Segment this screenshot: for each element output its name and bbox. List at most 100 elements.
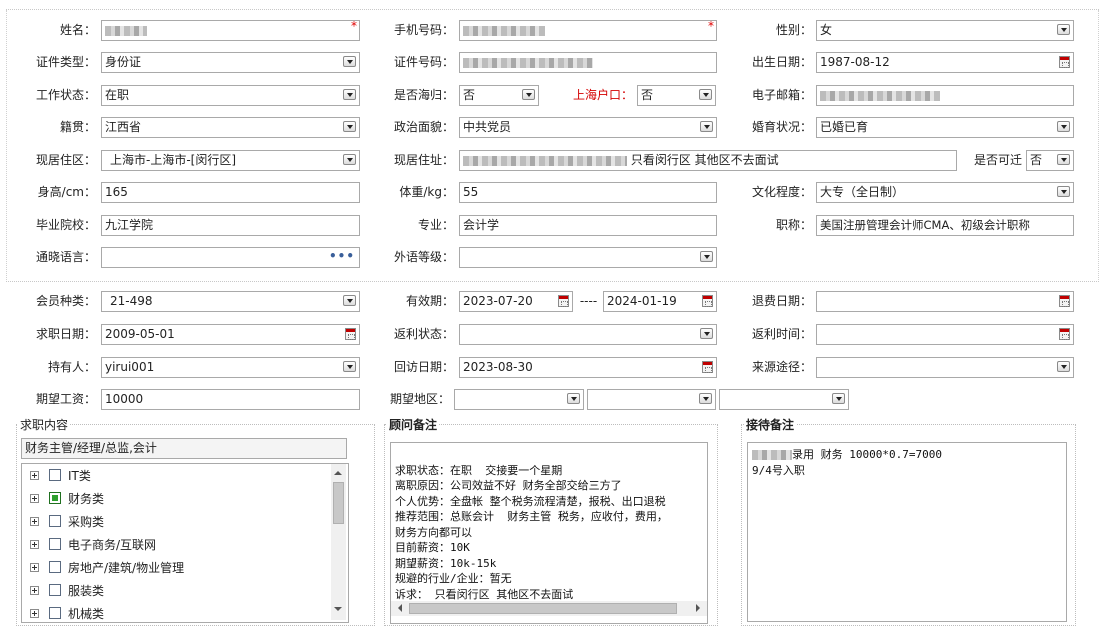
calendar-icon[interactable] xyxy=(1059,328,1070,340)
checkbox[interactable] xyxy=(49,561,61,573)
calendar-icon[interactable] xyxy=(558,295,569,307)
checkbox[interactable] xyxy=(49,515,61,527)
id-type-label: 证件类型： xyxy=(35,55,96,69)
expected-region-select-1[interactable] xyxy=(454,389,584,410)
expected-region-select-2[interactable] xyxy=(587,389,716,410)
reception-notes-title: 接待备注 xyxy=(744,416,797,433)
overseas-select[interactable]: 否 xyxy=(459,85,539,106)
calendar-icon[interactable] xyxy=(702,361,713,373)
expand-icon[interactable] xyxy=(30,563,39,572)
visit-date-input[interactable]: 2023-08-30 xyxy=(459,357,717,378)
major-input[interactable]: 会计学 xyxy=(459,215,717,236)
visit-date-label: 回访日期： xyxy=(393,360,454,374)
email-redacted xyxy=(820,90,940,101)
valid-start-input[interactable]: 2023-07-20 xyxy=(459,291,573,312)
work-status-select[interactable]: 在职 xyxy=(101,85,360,106)
expand-icon[interactable] xyxy=(30,471,39,480)
scroll-up-icon[interactable] xyxy=(331,466,345,480)
chevron-down-icon xyxy=(1057,186,1070,197)
chevron-down-icon xyxy=(343,295,356,306)
checkbox[interactable] xyxy=(49,584,61,596)
scroll-thumb[interactable] xyxy=(333,482,344,524)
refund-date-input[interactable] xyxy=(816,291,1074,312)
id-type-select[interactable]: 身份证 xyxy=(101,52,360,73)
phone-input[interactable]: * xyxy=(459,19,717,41)
scroll-thumb[interactable] xyxy=(409,603,677,614)
rebate-time-label: 返利时间： xyxy=(751,327,812,341)
scroll-right-icon[interactable] xyxy=(691,601,705,615)
chevron-down-icon xyxy=(699,393,712,404)
more-icon[interactable]: ••• xyxy=(329,248,355,265)
expand-icon[interactable] xyxy=(30,494,39,503)
birth-date-input[interactable]: 1987-08-12 xyxy=(816,52,1074,73)
shanghai-hukou-select[interactable]: 否 xyxy=(637,85,716,106)
current-area-select[interactable]: 上海市-上海市-[闵行区] xyxy=(101,150,360,171)
expand-icon[interactable] xyxy=(30,517,39,526)
expected-salary-input[interactable]: 10000 xyxy=(101,389,360,410)
valid-end-input[interactable]: 2024-01-19 xyxy=(603,291,717,312)
apply-date-input[interactable]: 2009-05-01 xyxy=(101,324,360,345)
consultant-notes-textarea[interactable]: 求职状态：在职 交接要一个星期 离职原因：公司效益不好 财务全部交给三方了 个人… xyxy=(390,442,708,624)
political-select[interactable]: 中共党员 xyxy=(459,117,717,138)
expand-icon[interactable] xyxy=(30,609,39,618)
name-redacted xyxy=(752,450,792,460)
native-place-select[interactable]: 江西省 xyxy=(101,117,360,138)
tree-item-it[interactable]: IT类 xyxy=(22,466,332,486)
calendar-icon[interactable] xyxy=(1059,295,1070,307)
marital-select[interactable]: 已婚已育 xyxy=(816,117,1074,138)
expected-region-select-3[interactable] xyxy=(719,389,849,410)
birth-date-label: 出生日期： xyxy=(751,55,812,69)
name-input[interactable]: * xyxy=(101,19,360,41)
calendar-icon[interactable] xyxy=(702,295,713,307)
rebate-status-select[interactable] xyxy=(459,324,717,345)
gender-select[interactable]: 女 xyxy=(816,20,1074,41)
chevron-down-icon xyxy=(1057,24,1070,35)
current-area-label: 现居住区： xyxy=(35,153,96,167)
checkbox[interactable] xyxy=(49,538,61,550)
source-select[interactable] xyxy=(816,357,1074,378)
native-place-label: 籍贯： xyxy=(59,120,96,134)
member-type-select[interactable]: 21-498 xyxy=(101,291,360,312)
gender-label: 性别： xyxy=(775,23,812,37)
languages-input[interactable]: ••• xyxy=(101,247,360,268)
height-input[interactable]: 165 xyxy=(101,182,360,203)
education-select[interactable]: 大专（全日制） xyxy=(816,182,1074,203)
tree-item-machinery[interactable]: 机械类 xyxy=(22,604,332,622)
chevron-down-icon xyxy=(1057,361,1070,372)
current-address-input[interactable]: 只看闵行区 其他区不去面试 xyxy=(459,150,957,171)
calendar-icon[interactable] xyxy=(1059,56,1070,68)
tree-item-purchasing[interactable]: 采购类 xyxy=(22,512,332,532)
email-input[interactable] xyxy=(816,85,1074,106)
reception-notes-textarea[interactable]: 录用 财务 10000*0.7=7000 9/4号入职 xyxy=(747,442,1067,622)
calendar-icon[interactable] xyxy=(345,328,356,340)
languages-label: 通晓语言： xyxy=(35,250,96,264)
language-level-select[interactable] xyxy=(459,247,717,268)
rebate-time-input[interactable] xyxy=(816,324,1074,345)
expand-icon[interactable] xyxy=(30,586,39,595)
checkbox[interactable] xyxy=(49,607,61,619)
title-input[interactable]: 美国注册管理会计师CMA、初级会计职称 xyxy=(816,215,1074,236)
tree-item-clothing[interactable]: 服装类 xyxy=(22,581,332,601)
weight-input[interactable]: 55 xyxy=(459,182,717,203)
tree-item-ecommerce[interactable]: 电子商务/互联网 xyxy=(22,535,332,555)
checkbox-checked[interactable] xyxy=(49,492,61,504)
id-number-input[interactable] xyxy=(459,52,717,73)
tree-item-real-estate[interactable]: 房地产/建筑/物业管理 xyxy=(22,558,332,578)
valid-period-label: 有效期： xyxy=(405,294,454,308)
holder-select[interactable]: yirui001 xyxy=(101,357,360,378)
relocate-select[interactable]: 否 xyxy=(1026,150,1074,171)
reception-notes-text: 录用 财务 10000*0.7=7000 9/4号入职 xyxy=(752,448,942,477)
expand-icon[interactable] xyxy=(30,540,39,549)
tree-item-finance[interactable]: 财务类 xyxy=(22,489,332,509)
checkbox[interactable] xyxy=(49,469,61,481)
school-input[interactable]: 九江学院 xyxy=(101,215,360,236)
weight-label: 体重/kg： xyxy=(399,185,454,199)
overseas-label: 是否海归： xyxy=(393,88,454,102)
notes-hscrollbar[interactable] xyxy=(391,601,707,616)
chevron-down-icon xyxy=(567,393,580,404)
chevron-down-icon xyxy=(343,89,356,100)
tree-scrollbar[interactable] xyxy=(331,464,346,620)
expected-salary-label: 期望工资： xyxy=(35,392,96,406)
scroll-left-icon[interactable] xyxy=(393,601,407,615)
scroll-down-icon[interactable] xyxy=(331,602,345,616)
